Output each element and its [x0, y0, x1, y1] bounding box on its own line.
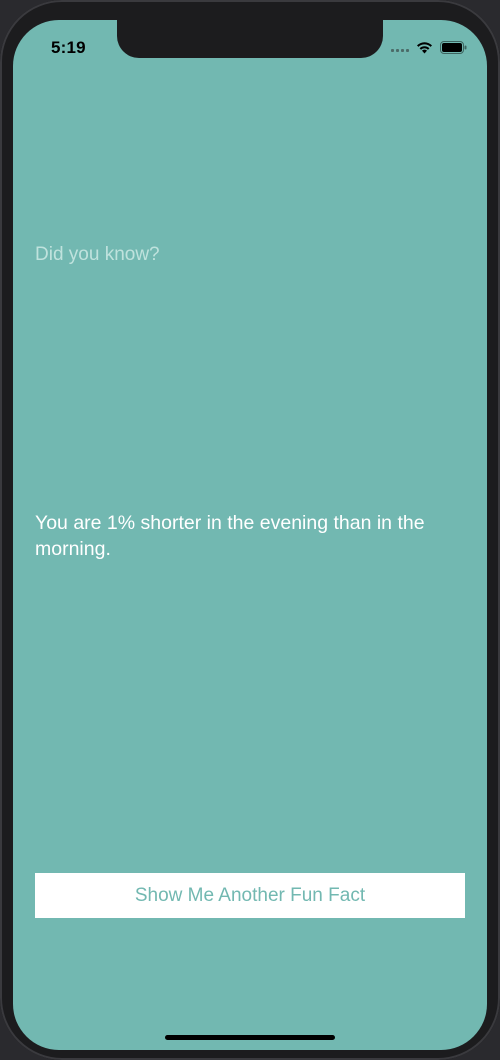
device-frame: 5:19 Did you know? You are 1% shorter in… [0, 0, 500, 1060]
did-you-know-label: Did you know? [35, 244, 160, 265]
wifi-icon [416, 41, 433, 54]
signal-icon [391, 42, 409, 52]
status-icons [391, 40, 467, 54]
fun-fact-text: You are 1% shorter in the evening than i… [35, 512, 425, 560]
home-indicator[interactable] [165, 1035, 335, 1040]
battery-icon [440, 40, 467, 54]
device-notch [117, 20, 383, 58]
status-time: 5:19 [51, 38, 86, 57]
show-another-fact-button[interactable]: Show Me Another Fun Fact [35, 873, 465, 918]
app-screen: 5:19 Did you know? You are 1% shorter in… [13, 20, 487, 1050]
